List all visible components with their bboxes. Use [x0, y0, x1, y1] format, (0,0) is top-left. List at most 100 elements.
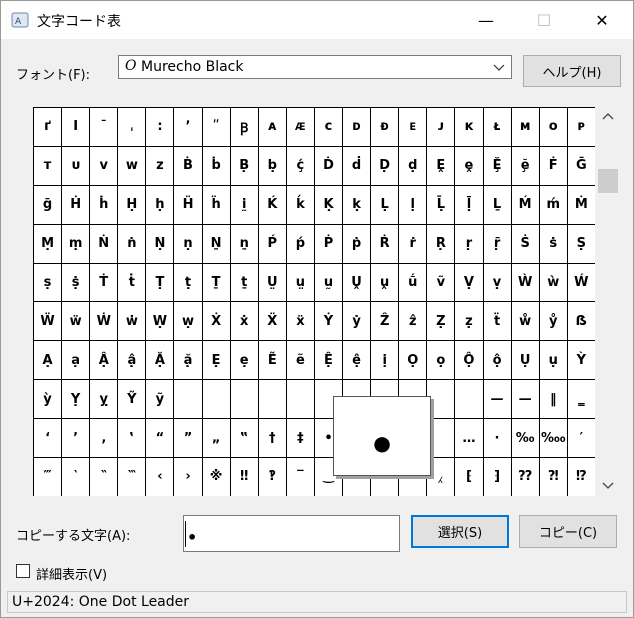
glyph-cell[interactable]: ḳ: [343, 185, 371, 224]
glyph-cell[interactable]: Ḟ: [539, 146, 567, 185]
glyph-cell[interactable]: Ặ: [146, 341, 174, 380]
glyph-cell[interactable]: ḭ: [230, 185, 258, 224]
glyph-cell[interactable]: ⁆: [483, 458, 511, 496]
glyph-cell[interactable]: …: [455, 419, 483, 458]
glyph-cell[interactable]: ᴢ: [146, 146, 174, 185]
glyph-cell[interactable]: Ḋ: [314, 146, 343, 185]
glyph-cell[interactable]: [427, 419, 455, 458]
font-dropdown[interactable]: O Murecho Black: [118, 55, 512, 79]
glyph-cell[interactable]: Ḣ: [62, 185, 90, 224]
glyph-cell[interactable]: —: [483, 380, 511, 419]
glyph-cell[interactable]: ᴡ: [118, 146, 146, 185]
glyph-cell[interactable]: ṿ: [483, 263, 511, 302]
glyph-cell[interactable]: Ỹ: [118, 380, 146, 419]
glyph-cell[interactable]: ỵ: [90, 380, 118, 419]
glyph-cell[interactable]: Ṉ: [202, 224, 230, 263]
glyph-cell[interactable]: Ṁ: [567, 185, 595, 224]
glyph-cell[interactable]: ḥ: [146, 185, 174, 224]
glyph-cell[interactable]: Ḙ: [427, 146, 455, 185]
glyph-cell[interactable]: Ộ: [455, 341, 483, 380]
glyph-cell[interactable]: ‚: [90, 419, 118, 458]
glyph-cell[interactable]: ṡ: [539, 224, 567, 263]
glyph-cell[interactable]: Ṇ: [146, 224, 174, 263]
glyph-cell[interactable]: ‗: [567, 380, 595, 419]
glyph-cell[interactable]: ᴊ: [427, 108, 455, 146]
scroll-up-icon[interactable]: [600, 109, 616, 125]
glyph-cell[interactable]: ᴘ: [567, 108, 595, 146]
glyph-cell[interactable]: Ḧ: [174, 185, 202, 224]
glyph-cell[interactable]: ẉ: [174, 302, 202, 341]
glyph-cell[interactable]: ỹ: [146, 380, 174, 419]
glyph-cell[interactable]: Ỳ: [567, 341, 595, 380]
glyph-cell[interactable]: Ṕ: [258, 224, 286, 263]
glyph-cell[interactable]: ṹ: [399, 263, 427, 302]
glyph-cell[interactable]: Ẅ: [34, 302, 62, 341]
glyph-cell[interactable]: ‷: [118, 458, 146, 496]
advanced-view-checkbox[interactable]: [16, 564, 30, 578]
glyph-cell[interactable]: Ạ: [34, 341, 62, 380]
glyph-cell[interactable]: Ṣ: [567, 224, 595, 263]
glyph-cell[interactable]: Ẃ: [567, 263, 595, 302]
glyph-cell[interactable]: ụ: [539, 341, 567, 380]
glyph-cell[interactable]: ᴛ: [34, 146, 62, 185]
glyph-cell[interactable]: Ṙ: [371, 224, 399, 263]
glyph-cell[interactable]: Ẋ: [202, 302, 230, 341]
glyph-cell[interactable]: ṙ: [399, 224, 427, 263]
scroll-down-icon[interactable]: [600, 477, 616, 493]
glyph-cell[interactable]: ṽ: [427, 263, 455, 302]
glyph-cell[interactable]: ‶: [90, 458, 118, 496]
glyph-cell[interactable]: „: [202, 419, 230, 458]
glyph-cell[interactable]: Ḹ: [427, 185, 455, 224]
glyph-cell[interactable]: ẑ: [399, 302, 427, 341]
glyph-cell[interactable]: ‹: [146, 458, 174, 496]
glyph-cell[interactable]: ※: [202, 458, 230, 496]
glyph-cell[interactable]: Ẹ: [202, 341, 230, 380]
glyph-cell[interactable]: ‱: [539, 419, 567, 458]
grid-scrollbar[interactable]: [597, 107, 619, 496]
glyph-cell[interactable]: Ṅ: [90, 224, 118, 263]
character-grid[interactable]: ґІˉˌ:ʼʺꞴᴀᴁᴄᴅᴆᴇᴊᴋᴌᴍᴏᴘ ᴛᴜᴠᴡᴢḂḃḄḅḉḊḋḌḍḘḙḜḝḞḠ…: [33, 107, 595, 496]
glyph-cell[interactable]: ‘: [34, 419, 62, 458]
scroll-thumb[interactable]: [598, 169, 618, 193]
glyph-cell[interactable]: Ḥ: [118, 185, 146, 224]
glyph-cell[interactable]: :: [146, 108, 174, 146]
glyph-cell[interactable]: ‼: [230, 458, 258, 496]
glyph-cell[interactable]: ᴆ: [371, 108, 399, 146]
glyph-cell[interactable]: ḃ: [202, 146, 230, 185]
glyph-cell[interactable]: ‽: [258, 458, 286, 496]
glyph-cell[interactable]: ʼ: [174, 108, 202, 146]
glyph-cell[interactable]: ᴏ: [539, 108, 567, 146]
glyph-cell[interactable]: ‴: [34, 458, 62, 496]
glyph-cell[interactable]: Ẏ: [314, 302, 343, 341]
glyph-cell[interactable]: Ẑ: [371, 302, 399, 341]
glyph-cell[interactable]: ṣ: [34, 263, 62, 302]
glyph-cell[interactable]: ′: [567, 419, 595, 458]
glyph-cell[interactable]: Ẁ: [511, 263, 539, 302]
glyph-cell[interactable]: Ḷ: [371, 185, 399, 224]
glyph-cell[interactable]: Ṗ: [314, 224, 343, 263]
glyph-cell[interactable]: [286, 380, 314, 419]
glyph-cell[interactable]: ḋ: [343, 146, 371, 185]
glyph-cell[interactable]: ẞ: [567, 302, 595, 341]
glyph-cell[interactable]: ⁈: [539, 458, 567, 496]
glyph-cell[interactable]: ḣ: [90, 185, 118, 224]
glyph-cell[interactable]: ᴠ: [90, 146, 118, 185]
glyph-cell[interactable]: ›: [174, 458, 202, 496]
glyph-cell[interactable]: Ḝ: [483, 146, 511, 185]
glyph-cell[interactable]: [455, 380, 483, 419]
glyph-cell[interactable]: ᴜ: [62, 146, 90, 185]
glyph-cell[interactable]: ẓ: [455, 302, 483, 341]
glyph-cell[interactable]: Ṛ: [427, 224, 455, 263]
glyph-cell[interactable]: Ṯ: [202, 263, 230, 302]
glyph-cell[interactable]: ẅ: [62, 302, 90, 341]
advanced-view-label[interactable]: 詳細表示(V): [36, 564, 107, 583]
glyph-cell[interactable]: ẗ: [483, 302, 511, 341]
glyph-cell[interactable]: †: [258, 419, 286, 458]
glyph-cell[interactable]: ‡: [286, 419, 314, 458]
glyph-cell[interactable]: ḿ: [539, 185, 567, 224]
glyph-cell[interactable]: ṫ: [118, 263, 146, 302]
glyph-cell[interactable]: Ḅ: [230, 146, 258, 185]
glyph-cell[interactable]: ⁁: [427, 458, 455, 496]
glyph-cell[interactable]: —: [511, 380, 539, 419]
glyph-cell[interactable]: Ḳ: [314, 185, 343, 224]
